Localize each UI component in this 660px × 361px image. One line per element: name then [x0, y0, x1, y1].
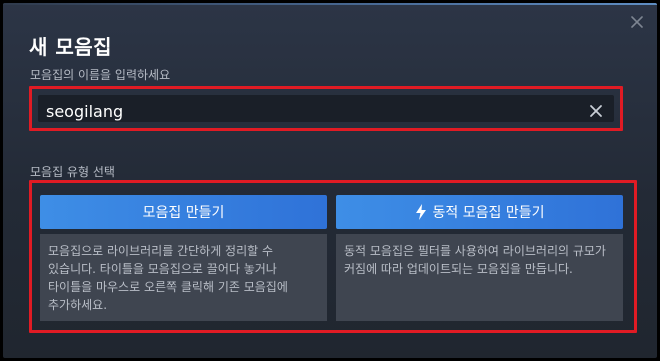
create-dynamic-collection-label: 동적 모음집 만들기	[432, 205, 545, 221]
dialog-title: 새 모음집	[29, 35, 113, 59]
dynamic-collection-card: 동적 모음집 만들기 동적 모음집은 필터를 사용하여 라이브러리의 규모가 커…	[336, 195, 623, 321]
collection-name-input[interactable]: seogilang	[38, 95, 614, 122]
lightning-icon	[415, 204, 427, 220]
create-collection-button[interactable]: 모음집 만들기	[40, 195, 327, 229]
clear-icon[interactable]	[587, 102, 605, 120]
close-icon[interactable]	[629, 14, 645, 30]
collection-name-value: seogilang	[46, 102, 124, 121]
name-field-highlight: seogilang	[29, 86, 623, 131]
collection-type-label: 모음집 유형 선택	[30, 165, 115, 179]
collection-type-highlight: 모음집 만들기 모음집으로 라이브러리를 간단하게 정리할 수 있습니다. 타이…	[29, 180, 637, 333]
create-dynamic-collection-button[interactable]: 동적 모음집 만들기	[336, 195, 623, 229]
create-collection-label: 모음집 만들기	[142, 205, 225, 221]
standard-collection-card: 모음집 만들기 모음집으로 라이브러리를 간단하게 정리할 수 있습니다. 타이…	[40, 195, 327, 321]
new-collection-dialog: 새 모음집 모음집의 이름을 입력하세요 seogilang 모음집 유형 선택…	[3, 3, 657, 358]
collection-name-label: 모음집의 이름을 입력하세요	[30, 68, 171, 82]
dialog-top-accent	[3, 3, 657, 5]
dynamic-collection-description: 동적 모음집은 필터를 사용하여 라이브러리의 규모가 커짐에 따라 업데이트되…	[336, 234, 623, 321]
standard-collection-description: 모음집으로 라이브러리를 간단하게 정리할 수 있습니다. 타이틀을 모음집으로…	[40, 234, 327, 321]
